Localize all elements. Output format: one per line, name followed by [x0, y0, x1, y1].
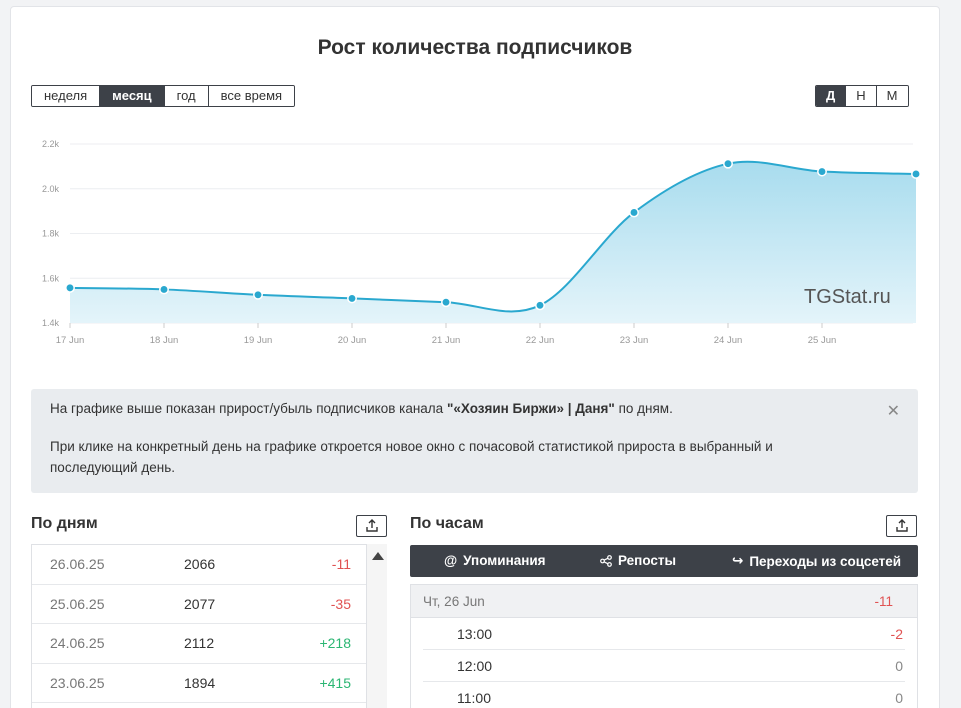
close-icon[interactable]: ✕: [887, 401, 900, 421]
table-row[interactable]: 25.06.25 2077 -35: [32, 585, 367, 624]
upload-icon: [895, 519, 908, 532]
tab-label: Переходы из соцсетей: [749, 553, 902, 569]
export-hours-button[interactable]: [886, 515, 917, 537]
hours-table: Чт, 26 Jun -11 13:00 -2 12:00 0 11:00 0: [410, 584, 918, 708]
scroll-up-icon[interactable]: [372, 552, 384, 560]
y-tick-label: 1.4k: [42, 318, 60, 328]
range-week-button[interactable]: неделя: [32, 86, 101, 106]
channel-name: "«Хозяин Биржи» | Даня": [446, 401, 615, 416]
share-icon: [600, 554, 612, 567]
data-point: [441, 297, 451, 308]
days-scrollbar[interactable]: [366, 544, 387, 708]
y-tick-label: 1.8k: [42, 229, 60, 239]
data-point: [65, 282, 75, 293]
granularity-month-button[interactable]: М: [876, 86, 908, 106]
hour-row: 11:00 0: [423, 682, 905, 708]
tab-mentions[interactable]: @ Упоминания: [444, 553, 546, 568]
info-line-1: На графике выше показан прирост/убыль по…: [50, 401, 673, 416]
days-table: 26.06.25 2066 -11 25.06.25 2077 -35 24.0…: [31, 544, 387, 708]
series-area: [70, 161, 916, 323]
granularity-week-button[interactable]: Н: [846, 86, 877, 106]
granularity-selector: Д Н М: [815, 85, 909, 107]
hour-change: -2: [890, 626, 903, 642]
redirect-icon: ↪: [732, 553, 744, 568]
row-date: 25.06.25: [50, 595, 105, 612]
data-point: [817, 166, 827, 177]
data-point: [159, 284, 169, 295]
chart-title: Рост количества подписчиков: [317, 36, 633, 59]
data-point: [629, 207, 639, 218]
hour-group-day: Чт, 26 Jun: [423, 594, 485, 609]
tab-social-referrals[interactable]: ↪ Переходы из соцсетей: [732, 553, 901, 569]
x-tick-label: 21 Jun: [432, 335, 461, 346]
hour-change: 0: [895, 658, 903, 674]
table-row[interactable]: 24.06.25 2112 +218: [32, 624, 367, 664]
row-date: 26.06.25: [50, 556, 105, 572]
data-point: [723, 158, 733, 169]
y-tick-label: 2.2k: [42, 139, 60, 149]
hour-group-change: -11: [874, 594, 893, 609]
row-date: 24.06.25: [50, 635, 105, 651]
row-value: 2066: [184, 556, 216, 572]
info-panel: На графике выше показан прирост/убыль по…: [31, 389, 918, 493]
tab-label: Упоминания: [463, 553, 546, 568]
x-tick-label: 22 Jun: [526, 335, 555, 346]
subscribers-chart[interactable]: 1.4k 1.6k 1.8k 2.0k 2.2k 17 Jun 18 Jun 19 Jun 20…: [30, 130, 920, 355]
table-row[interactable]: 23.06.25 1894 +415: [32, 664, 367, 703]
hours-tabs: @ Упоминания Репосты ↪ Переходы из соцсе…: [410, 545, 918, 577]
x-tick-label: 20 Jun: [338, 335, 367, 346]
x-tick-label: 25 Jun: [808, 335, 837, 346]
hour-time: 12:00: [457, 658, 493, 674]
y-tick-label: 2.0k: [42, 184, 60, 194]
x-tick-label: 17 Jun: [56, 335, 85, 346]
row-change: +415: [319, 674, 351, 691]
x-tick-label: 19 Jun: [244, 335, 273, 346]
row-value: 2112: [184, 635, 215, 651]
row-change: +218: [319, 635, 351, 651]
range-month-button[interactable]: месяц: [100, 86, 165, 106]
info-line-2: При клике на конкретный день на графике …: [50, 439, 773, 475]
hour-row: 13:00 -2: [423, 618, 905, 650]
data-point: [253, 289, 263, 300]
x-tick-label: 24 Jun: [714, 335, 743, 346]
range-selector: неделя месяц год все время: [31, 85, 296, 107]
by-hours-title: По часам: [410, 515, 484, 532]
granularity-day-button[interactable]: Д: [816, 86, 847, 106]
tab-label: Репосты: [618, 553, 677, 568]
at-icon: @: [444, 553, 458, 568]
info-text-prefix: На графике выше показан прирост/убыль по…: [50, 401, 447, 416]
export-days-button[interactable]: [356, 515, 387, 537]
hour-change: 0: [895, 690, 903, 706]
range-all-time-button[interactable]: все время: [208, 86, 295, 106]
row-change: -11: [331, 556, 351, 572]
watermark: TGStat.ru: [804, 286, 891, 308]
hour-row: 12:00 0: [423, 650, 905, 682]
x-tick-label: 23 Jun: [620, 335, 649, 346]
row-value: 2077: [184, 595, 216, 612]
data-point: [535, 300, 545, 311]
hour-group-header[interactable]: Чт, 26 Jun -11: [411, 585, 917, 618]
x-tick-label: 18 Jun: [150, 335, 179, 346]
by-days-title: По дням: [31, 515, 98, 532]
data-point: [911, 169, 920, 179]
upload-icon: [365, 519, 378, 532]
range-year-button[interactable]: год: [164, 86, 209, 106]
hour-time: 11:00: [457, 690, 491, 706]
table-row[interactable]: 26.06.25 2066 -11: [32, 545, 367, 585]
info-text-suffix: по дням.: [614, 401, 673, 416]
tab-reposts[interactable]: Репосты: [600, 553, 676, 568]
y-tick-label: 1.6k: [42, 273, 60, 283]
row-value: 1894: [184, 674, 216, 691]
hour-time: 13:00: [457, 626, 493, 642]
row-change: -35: [330, 595, 351, 612]
data-point: [347, 293, 357, 304]
row-date: 23.06.25: [50, 674, 105, 691]
